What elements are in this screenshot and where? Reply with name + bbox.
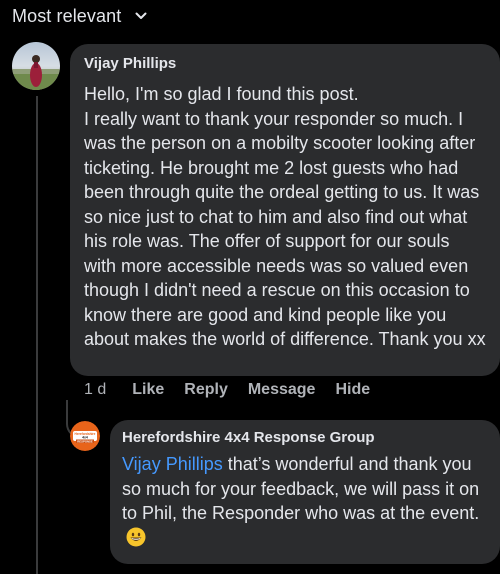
reply-button[interactable]: Reply: [184, 381, 228, 399]
comment-author[interactable]: Vijay Phillips: [84, 54, 486, 74]
thread-line-inner: [66, 400, 68, 420]
sort-label: Most relevant: [12, 5, 122, 26]
logo-text-line3: RESPONSE: [77, 439, 93, 443]
page-logo-avatar[interactable]: Herefordshire 4x4 RESPONSE: [70, 421, 100, 451]
hide-button[interactable]: Hide: [335, 381, 370, 399]
like-button[interactable]: Like: [132, 381, 164, 399]
mention-link[interactable]: Vijay Phillips: [122, 454, 223, 474]
reply-bubble: Herefordshire 4x4 Response Group Vijay P…: [110, 420, 500, 564]
comment-timestamp[interactable]: 1 d: [84, 381, 106, 399]
message-button[interactable]: Message: [248, 381, 316, 399]
thread-line-outer: [36, 96, 38, 574]
reply-text: Vijay Phillips that’s wonderful and than…: [122, 452, 488, 550]
grinning-face-emoji-icon: [126, 527, 146, 546]
comment-bubble: Vijay Phillips Hello, I'm so glad I foun…: [70, 44, 500, 376]
herefordshire-logo-icon: Herefordshire 4x4 RESPONSE: [70, 421, 100, 451]
comment-actions: 1 d Like Reply Message Hide: [84, 381, 390, 399]
reply-author[interactable]: Herefordshire 4x4 Response Group: [122, 428, 488, 448]
avatar[interactable]: [12, 42, 60, 90]
user-photo-icon: [12, 42, 60, 90]
chevron-down-icon: [135, 12, 147, 19]
sort-selector[interactable]: Most relevant: [12, 4, 147, 28]
comment-text: Hello, I'm so glad I found this post. I …: [84, 84, 486, 349]
